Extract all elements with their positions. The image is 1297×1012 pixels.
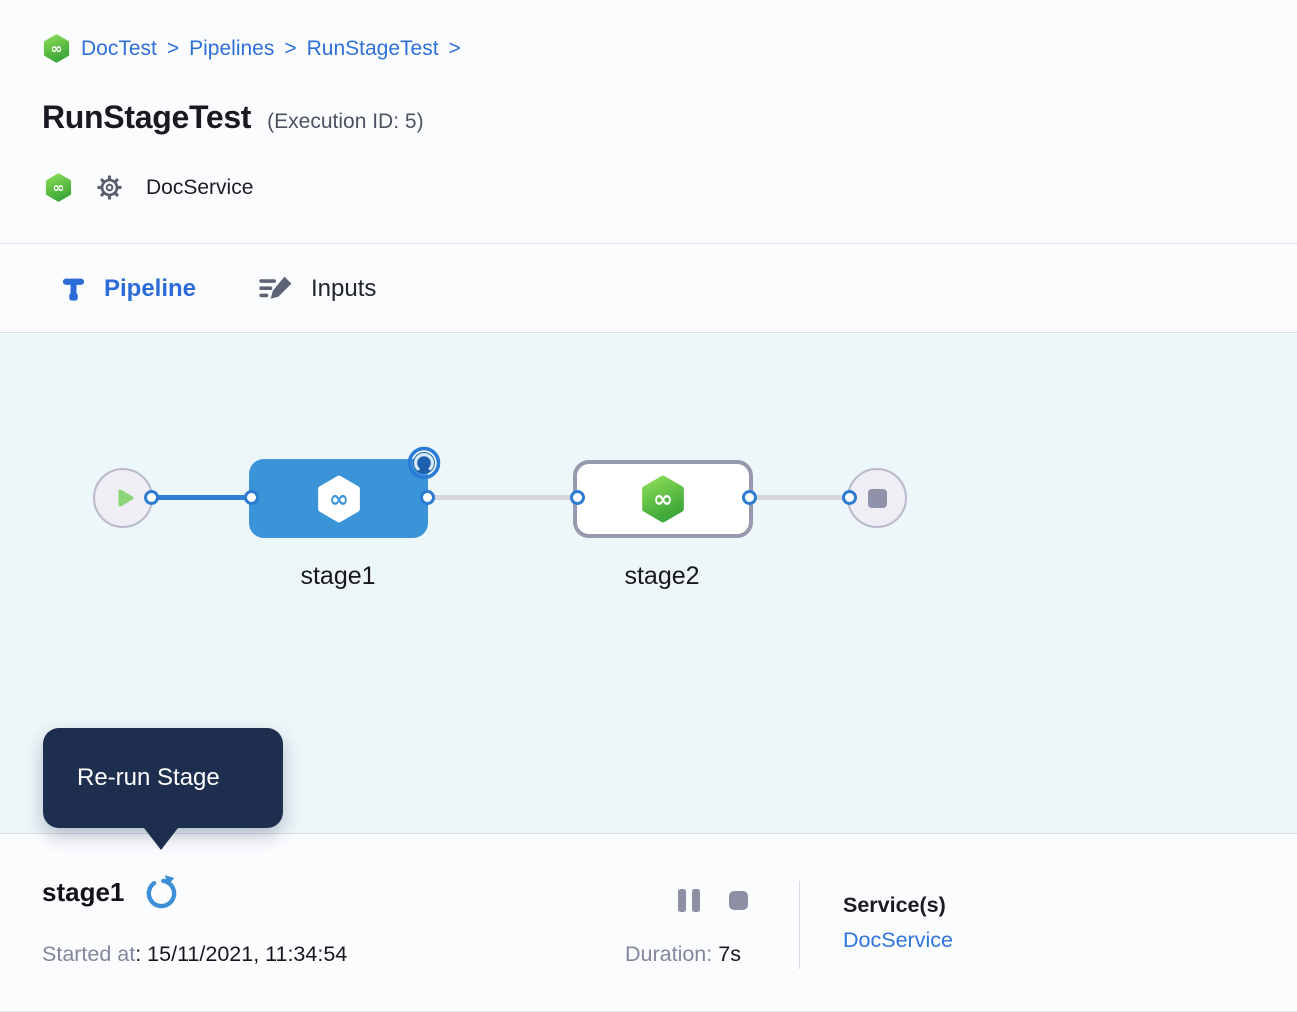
breadcrumb: ∞ DocTest > Pipelines > RunStageTest > (42, 34, 461, 63)
execution-footer: stage1 Started at: 15/11/2021, 11:34:54 … (0, 833, 1297, 1012)
rerun-stage-tooltip-label: Re-run Stage (77, 764, 220, 792)
stage2-hexagon-icon: ∞ (639, 475, 687, 523)
pause-button[interactable] (678, 889, 700, 912)
page-header: ∞ DocTest > Pipelines > RunStageTest > R… (0, 0, 1297, 244)
tab-pipeline-label: Pipeline (104, 275, 196, 303)
tab-pipeline[interactable]: Pipeline (60, 245, 196, 333)
stage1-running-spinner (407, 446, 441, 480)
duration-label: Duration: (625, 942, 712, 966)
rerun-stage-tooltip: Re-run Stage (43, 728, 283, 828)
infinity-glyph: ∞ (329, 485, 349, 513)
footer-stage-name: stage1 (42, 877, 124, 908)
tooltip-arrow (144, 828, 178, 850)
footer-divider (799, 881, 800, 969)
rerun-stage-button[interactable] (143, 874, 180, 911)
pipeline-icon (60, 275, 87, 304)
page-title: RunStageTest (42, 99, 251, 136)
started-at-value: : 15/11/2021, 11:34:54 (135, 942, 347, 966)
tab-inputs-label: Inputs (311, 275, 376, 303)
edge-start-stage1 (151, 495, 251, 500)
breadcrumb-pipeline-name[interactable]: RunStageTest (307, 37, 439, 61)
breadcrumb-separator: > (449, 37, 461, 61)
inputs-edit-icon (258, 274, 294, 305)
play-icon (112, 485, 138, 511)
stop-icon (868, 489, 887, 508)
breadcrumb-pipelines[interactable]: Pipelines (189, 37, 274, 61)
tab-bar: Pipeline Inputs (0, 245, 1297, 333)
duration: Duration: 7s (625, 942, 741, 967)
title-row: RunStageTest (Execution ID: 5) (42, 99, 424, 136)
breadcrumb-separator: > (284, 37, 296, 61)
connector-dot (742, 490, 757, 505)
tab-inputs[interactable]: Inputs (258, 245, 376, 333)
services-label: Service(s) (843, 893, 946, 918)
execution-id: (Execution ID: 5) (267, 110, 423, 134)
stage2-node[interactable]: ∞ (573, 460, 753, 538)
connector-dot (144, 490, 159, 505)
app-logo-icon: ∞ (42, 34, 71, 63)
started-at: Started at: 15/11/2021, 11:34:54 (42, 942, 347, 967)
breadcrumb-project[interactable]: DocTest (81, 37, 157, 61)
edge-stage1-stage2 (428, 495, 577, 500)
connector-dot (842, 490, 857, 505)
breadcrumb-separator: > (167, 37, 179, 61)
service-row: ∞ DocService (44, 173, 253, 202)
stage1-hexagon-icon: ∞ (315, 475, 363, 523)
services-link[interactable]: DocService (843, 928, 953, 953)
infinity-glyph: ∞ (653, 485, 673, 513)
infinity-glyph: ∞ (50, 41, 62, 57)
stop-button[interactable] (729, 891, 748, 910)
pipeline-execution-page: ∞ DocTest > Pipelines > RunStageTest > R… (0, 0, 1297, 1012)
started-at-label: Started at (42, 942, 135, 966)
execution-controls (678, 889, 748, 912)
harness-logo-icon: ∞ (44, 173, 73, 202)
stage2-label: stage2 (602, 562, 722, 591)
service-name: DocService (146, 176, 253, 200)
connector-dot (570, 490, 585, 505)
connector-dot (244, 490, 259, 505)
stage1-label: stage1 (278, 562, 398, 591)
connector-dot (420, 490, 435, 505)
duration-value: 7s (718, 942, 741, 966)
stage1-node[interactable]: ∞ (249, 459, 428, 538)
infinity-glyph: ∞ (52, 180, 64, 196)
edge-stage2-end (750, 495, 850, 500)
gear-icon[interactable] (96, 174, 123, 201)
